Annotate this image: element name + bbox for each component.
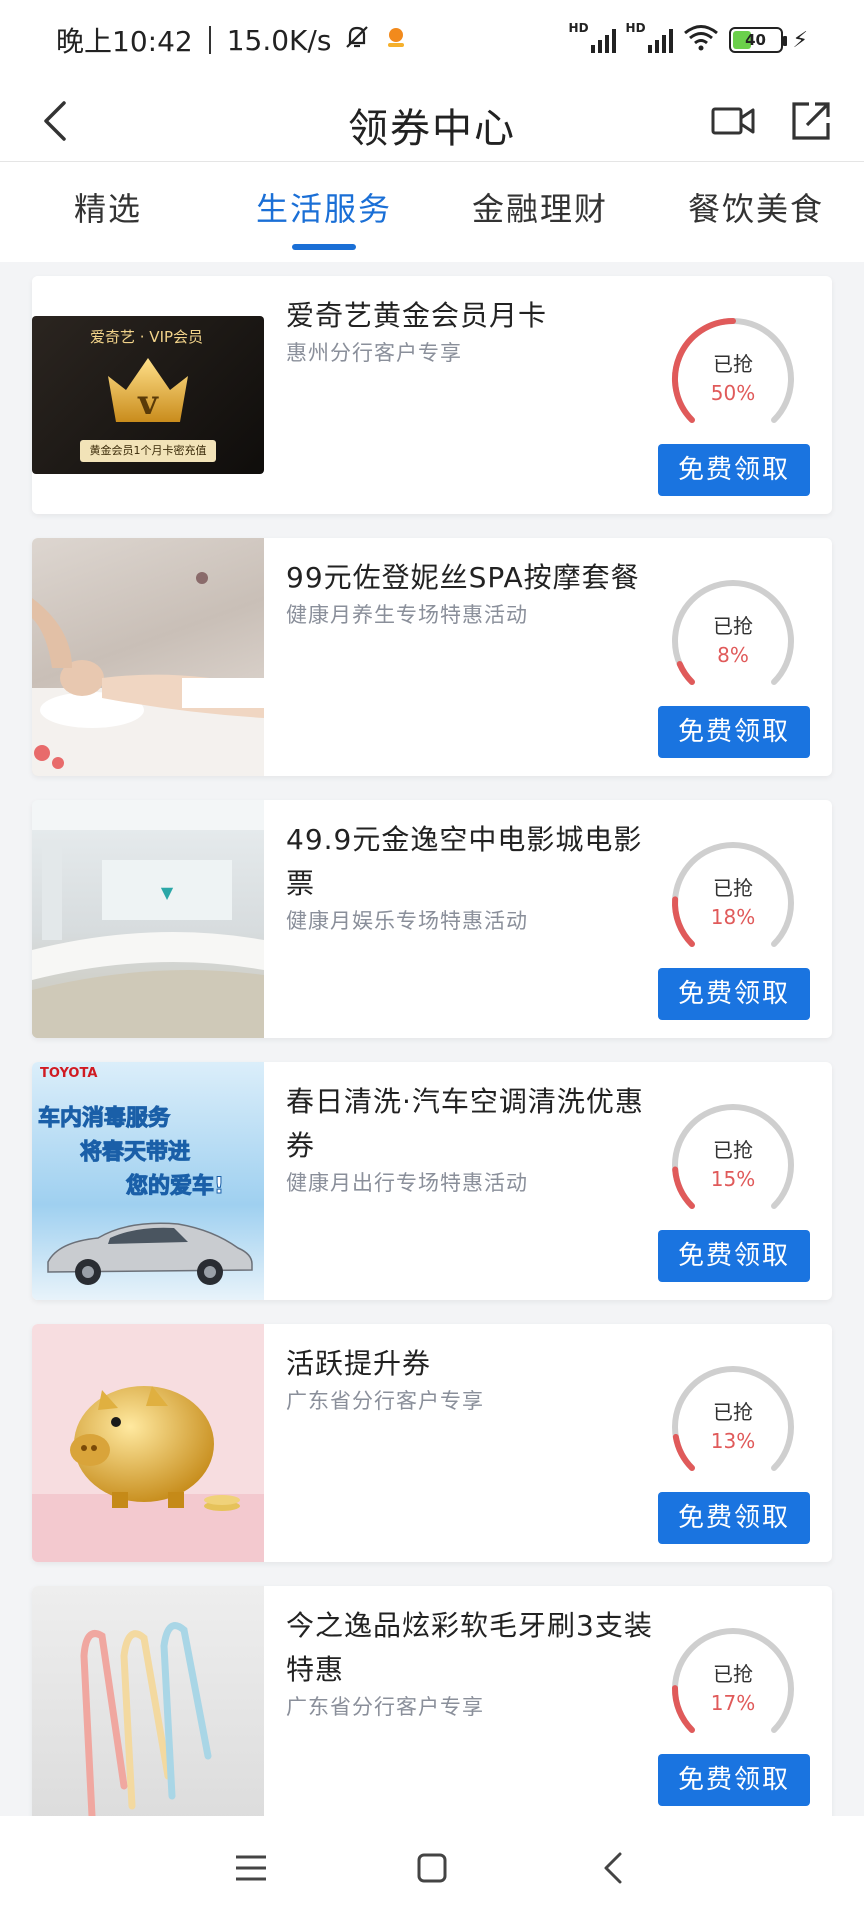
coupon-image-car: TOYOTA 车内消毒服务 将春天带进 您的爱车!	[32, 1062, 264, 1300]
coupon-title: 活跃提升券	[286, 1347, 432, 1380]
coupon-title: 99元佐登妮丝SPA按摩套餐	[286, 561, 640, 594]
coupon-subtitle: 惠州分行客户专享	[286, 341, 462, 365]
grab-progress-ring: 已抢 13%	[668, 1362, 798, 1492]
car-ad-line2: 将春天带进	[79, 1140, 191, 1166]
grabbed-percent: 13%	[710, 1429, 756, 1453]
iqiyi-brand-text: 爱奇艺 · VIP会员	[90, 328, 204, 346]
coupon-list: 爱奇艺 · VIP会员 v 黄金会员1个月卡密充值 爱奇艺黄金会员月卡 惠州分行…	[32, 276, 832, 1848]
video-button[interactable]	[706, 94, 760, 148]
grabbed-label: 已抢	[713, 352, 753, 376]
wifi-icon	[683, 23, 719, 58]
grab-progress-ring: 已抢 8%	[668, 576, 798, 706]
crown-icon: v	[108, 358, 188, 423]
bell-off-icon	[343, 23, 371, 58]
app-notification-icon	[383, 24, 409, 57]
status-bar: 晚上10:42 15.0K/s HD HD 40 ⚡	[0, 0, 864, 80]
grabbed-percent: 17%	[710, 1691, 756, 1715]
grabbed-label: 已抢	[713, 614, 753, 638]
svg-text:▼: ▼	[161, 883, 174, 902]
claim-free-button[interactable]: 免费领取	[658, 706, 810, 758]
cinema-lobby-image: ▼	[32, 800, 264, 1038]
coupon-card[interactable]: 爱奇艺 · VIP会员 v 黄金会员1个月卡密充值 爱奇艺黄金会员月卡 惠州分行…	[32, 276, 832, 514]
status-divider	[208, 26, 211, 54]
grab-progress-ring: 已抢 18%	[668, 838, 798, 968]
video-icon	[711, 107, 755, 135]
coupon-image-toothbrush	[32, 1586, 264, 1824]
car-ad-line3: 您的爱车!	[125, 1174, 225, 1200]
tab-dining[interactable]: 餐饮美食	[648, 162, 864, 262]
claim-free-button[interactable]: 免费领取	[658, 1754, 810, 1806]
coupon-title: 爱奇艺黄金会员月卡	[286, 299, 548, 332]
coupon-title: 春日清洗·汽车空调清洗优惠券	[286, 1085, 644, 1162]
coupon-title: 49.9元金逸空中电影城电影票	[286, 823, 643, 900]
car-image	[47, 1222, 253, 1285]
toothbrush-image	[80, 1622, 212, 1820]
back-triangle-icon	[604, 1852, 622, 1884]
tab-featured[interactable]: 精选	[0, 162, 216, 262]
system-navigation-bar	[0, 1816, 864, 1920]
coupon-image-cinema: ▼	[32, 800, 264, 1038]
network-speed: 15.0K/s	[226, 23, 332, 57]
tab-finance[interactable]: 金融理财	[432, 162, 648, 262]
coupon-card[interactable]: 99元佐登妮丝SPA按摩套餐 健康月养生专场特惠活动 已抢 8% 免费领取	[32, 538, 832, 776]
home-square-icon	[417, 1853, 447, 1883]
grabbed-label: 已抢	[713, 1138, 753, 1162]
claim-free-button[interactable]: 免费领取	[658, 444, 810, 496]
golden-piggy-bank-image	[32, 1386, 264, 1562]
grabbed-percent: 15%	[710, 1167, 756, 1191]
coupon-card[interactable]: 今之逸品炫彩软毛牙刷3支装特惠 广东省分行客户专享 已抢 17% 免费领取	[32, 1586, 832, 1824]
tab-life-services[interactable]: 生活服务	[216, 162, 432, 262]
iqiyi-caption: 黄金会员1个月卡密充值	[80, 440, 216, 462]
battery-icon: 40	[728, 27, 787, 53]
coupon-image-iqiyi: 爱奇艺 · VIP会员 v 黄金会员1个月卡密充值	[32, 276, 264, 514]
coupon-subtitle: 健康月出行专场特惠活动	[286, 1171, 528, 1195]
grabbed-percent: 8%	[717, 643, 749, 667]
grabbed-label: 已抢	[713, 1662, 753, 1686]
car-ad-line1: 车内消毒服务	[37, 1106, 171, 1132]
coupon-card[interactable]: TOYOTA 车内消毒服务 将春天带进 您的爱车! 春日清洗·汽车空调清洗优惠券…	[32, 1062, 832, 1300]
toyota-brand-text: TOYOTA	[40, 1066, 98, 1081]
home-button[interactable]	[402, 1838, 462, 1898]
status-time: 晚上10:42	[56, 25, 193, 58]
claim-free-button[interactable]: 免费领取	[658, 968, 810, 1020]
coupon-title: 今之逸品炫彩软毛牙刷3支装特惠	[286, 1609, 653, 1686]
grabbed-label: 已抢	[713, 876, 753, 900]
menu-icon	[235, 1855, 266, 1881]
recent-apps-button[interactable]	[221, 1838, 281, 1898]
coupon-image-spa	[32, 538, 264, 776]
charging-icon: ⚡	[792, 27, 808, 53]
system-back-button[interactable]	[583, 1838, 643, 1898]
coupon-card[interactable]: 活跃提升券 广东省分行客户专享 已抢 13% 免费领取	[32, 1324, 832, 1562]
claim-free-button[interactable]: 免费领取	[658, 1492, 810, 1544]
signal-icon-2: HD	[626, 21, 673, 53]
grabbed-label: 已抢	[713, 1400, 753, 1424]
spa-massage-image	[32, 572, 264, 776]
coupon-image-piggy-bank	[32, 1324, 264, 1562]
grab-progress-ring: 已抢 50%	[668, 314, 798, 444]
grabbed-percent: 18%	[710, 905, 756, 929]
grabbed-percent: 50%	[710, 381, 756, 405]
coupon-subtitle: 健康月娱乐专场特惠活动	[286, 909, 528, 933]
svg-text:v: v	[137, 383, 159, 423]
top-app-bar: 领券中心	[0, 80, 864, 162]
share-icon	[792, 102, 830, 140]
coupon-subtitle: 广东省分行客户专享	[286, 1695, 484, 1719]
share-button[interactable]	[784, 94, 838, 148]
claim-free-button[interactable]: 免费领取	[658, 1230, 810, 1282]
category-tabs: 精选 生活服务 金融理财 餐饮美食	[0, 162, 864, 262]
coupon-subtitle: 健康月养生专场特惠活动	[286, 603, 528, 627]
coupon-card[interactable]: ▼ 49.9元金逸空中电影城电影票 健康月娱乐专场特惠活动 已抢 18% 免费领…	[32, 800, 832, 1038]
grab-progress-ring: 已抢 17%	[668, 1624, 798, 1754]
signal-icon: HD	[569, 21, 616, 53]
grab-progress-ring: 已抢 15%	[668, 1100, 798, 1230]
coupon-subtitle: 广东省分行客户专享	[286, 1389, 484, 1413]
